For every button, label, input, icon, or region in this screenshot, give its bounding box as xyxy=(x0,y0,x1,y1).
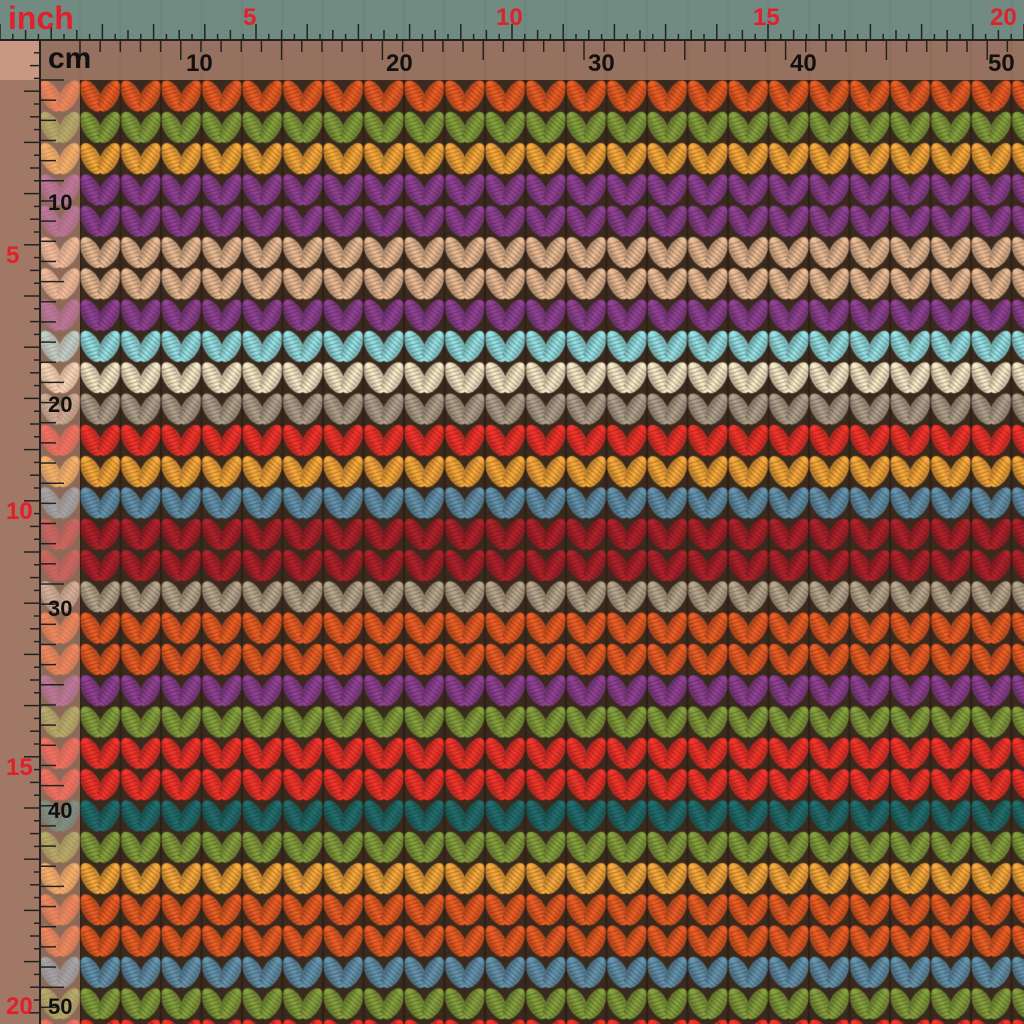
inch-left-label-5: 5 xyxy=(6,242,20,269)
cm-left-label-40: 40 xyxy=(48,798,73,823)
cm-top-label-30: 30 xyxy=(588,50,615,77)
inch-top-label-15: 15 xyxy=(753,4,780,31)
cm-left-label-10: 10 xyxy=(48,190,73,215)
cm-top-label-10: 10 xyxy=(186,50,213,77)
cm-left-label-30: 30 xyxy=(48,596,73,621)
knit-fabric-swatch xyxy=(0,0,1024,1024)
inch-left-label-10: 10 xyxy=(6,498,33,525)
cm-top-label-20: 20 xyxy=(386,50,413,77)
inch-left-label-15: 15 xyxy=(6,754,33,781)
cm-left-label-50: 50 xyxy=(48,994,73,1019)
inch-ruler-title: inch xyxy=(8,0,74,36)
cm-left-label-20: 20 xyxy=(48,392,73,417)
inch-top-label-10: 10 xyxy=(496,4,523,31)
cm-top-label-40: 40 xyxy=(790,50,817,77)
cm-top-label-50: 50 xyxy=(988,50,1015,77)
inch-top-label-5: 5 xyxy=(243,4,257,31)
inch-top-label-20: 20 xyxy=(990,4,1017,31)
inch-left-label-20: 20 xyxy=(6,993,33,1020)
cm-ruler-title: cm xyxy=(48,42,92,75)
